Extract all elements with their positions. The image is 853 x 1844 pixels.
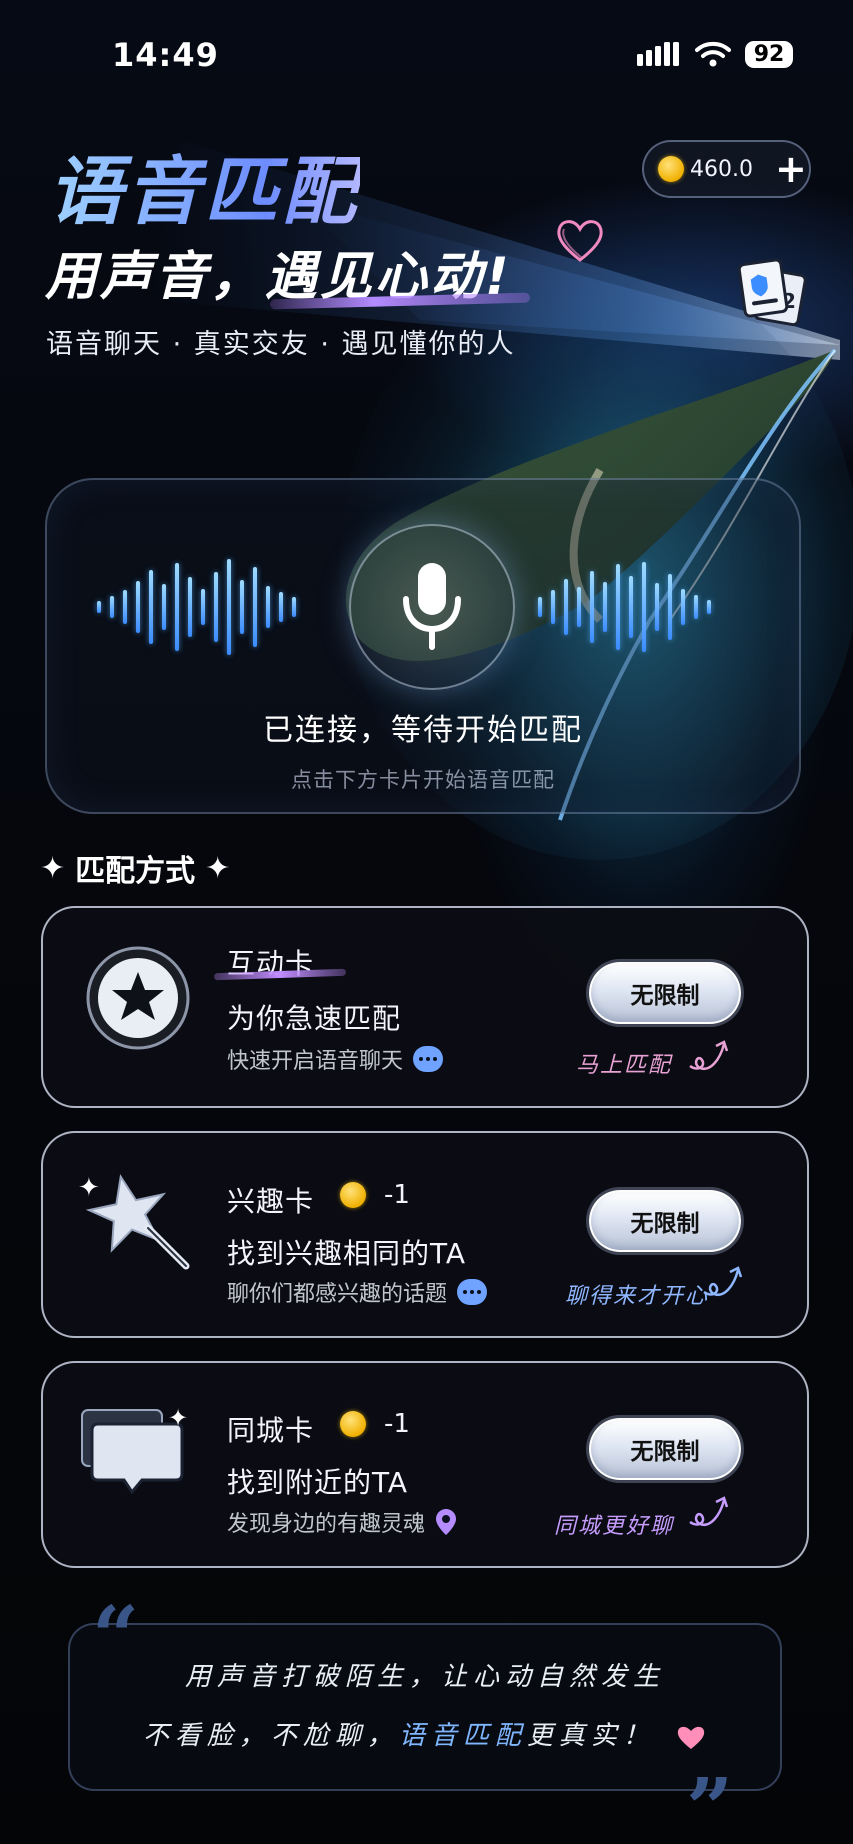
card-desc-text: 快速开启语音聊天: [227, 1049, 404, 1074]
coin-icon: [658, 156, 684, 182]
card-cost: -1: [340, 1180, 410, 1210]
coin-balance-button[interactable]: 460.0 +: [642, 140, 811, 198]
coin-balance: 460.0: [690, 156, 753, 182]
card-cost-value: -1: [384, 1409, 410, 1439]
left-waveform: [97, 552, 296, 662]
card-cost-value: -1: [384, 1180, 410, 1210]
card-tagline: 找到附近的TA: [227, 1466, 409, 1499]
quote-highlight: 语音匹配: [398, 1721, 527, 1751]
card-desc: 聊你们都感兴趣的话题: [227, 1276, 488, 1308]
svg-text:✦: ✦: [78, 1173, 100, 1203]
signal-icon: [637, 42, 679, 66]
message-cards-icon: ✦: [81, 1404, 188, 1495]
chat-bubble-icon: [457, 1279, 488, 1305]
card-name: 兴趣卡: [227, 1185, 315, 1218]
curly-arrow-icon: [689, 1496, 729, 1527]
chat-bubble-icon: [413, 1046, 444, 1072]
connection-status: 已连接，等待开始匹配: [263, 713, 583, 748]
coin-icon: [340, 1182, 366, 1208]
quote-line-1: 用声音打破陌生，让心动自然发生: [184, 1662, 665, 1692]
id-card-icon[interactable]: 2: [736, 256, 810, 328]
sparkle-icon: ✦: [40, 850, 66, 886]
section-title-text: 匹配方式: [75, 854, 196, 889]
star-badge-icon: [86, 946, 190, 1050]
wifi-icon: [695, 41, 731, 67]
unlimited-button[interactable]: 无限制: [589, 962, 741, 1024]
curly-arrow-icon: [703, 1266, 743, 1297]
card-note: 同城更好聊: [554, 1514, 675, 1539]
heart-icon: [678, 1726, 705, 1749]
card-tagline: 为你急速匹配: [227, 1002, 402, 1035]
card-name: 同城卡: [227, 1414, 315, 1447]
magic-star-icon: ✦: [78, 1173, 190, 1270]
card-desc: 快速开启语音聊天: [227, 1043, 444, 1075]
quote-line-2: 不看脸，不尬聊，语音匹配更真实！: [68, 1715, 782, 1752]
close-quote-icon: ”: [686, 1761, 734, 1844]
location-pin-icon: [436, 1509, 457, 1535]
card-desc: 发现身边的有趣灵魂: [227, 1506, 457, 1538]
right-waveform: [538, 552, 711, 662]
card-desc-text: 发现身边的有趣灵魂: [227, 1512, 426, 1537]
microphone-icon: [403, 563, 461, 650]
card-note: 聊得来才开心: [565, 1284, 710, 1309]
quote-line-2-after: 更真实！: [526, 1721, 655, 1751]
add-coins-icon[interactable]: +: [775, 150, 807, 188]
page-title: 语音匹配: [48, 132, 360, 239]
sparkle-icon: ✦: [205, 850, 231, 886]
slogan-plain: 用声音，: [45, 247, 266, 307]
heart-doodle-icon: [557, 220, 603, 262]
card-tagline: 找到兴趣相同的TA: [227, 1237, 467, 1270]
curly-arrow-icon: [689, 1040, 729, 1071]
card-note: 马上匹配: [576, 1053, 673, 1078]
subtitle: 语音聊天 · 真实交友 · 遇见懂你的人: [46, 329, 516, 360]
svg-text:✦: ✦: [168, 1404, 188, 1432]
card-cost: -1: [340, 1409, 410, 1439]
status-icons: 92: [637, 40, 793, 68]
match-section-title: ✦ 匹配方式 ✦: [40, 846, 230, 890]
status-time: 14:49: [112, 36, 219, 74]
connection-hint: 点击下方卡片开始语音匹配: [291, 768, 555, 792]
microphone-button[interactable]: [349, 524, 515, 690]
quote-line-2-before: 不看脸，不尬聊，: [142, 1721, 399, 1751]
coin-icon: [340, 1411, 366, 1437]
quote-box: [68, 1623, 782, 1791]
battery-indicator: 92: [745, 40, 793, 68]
unlimited-button[interactable]: 无限制: [589, 1190, 741, 1252]
unlimited-button[interactable]: 无限制: [589, 1418, 741, 1480]
card-desc-text: 聊你们都感兴趣的话题: [227, 1282, 448, 1307]
